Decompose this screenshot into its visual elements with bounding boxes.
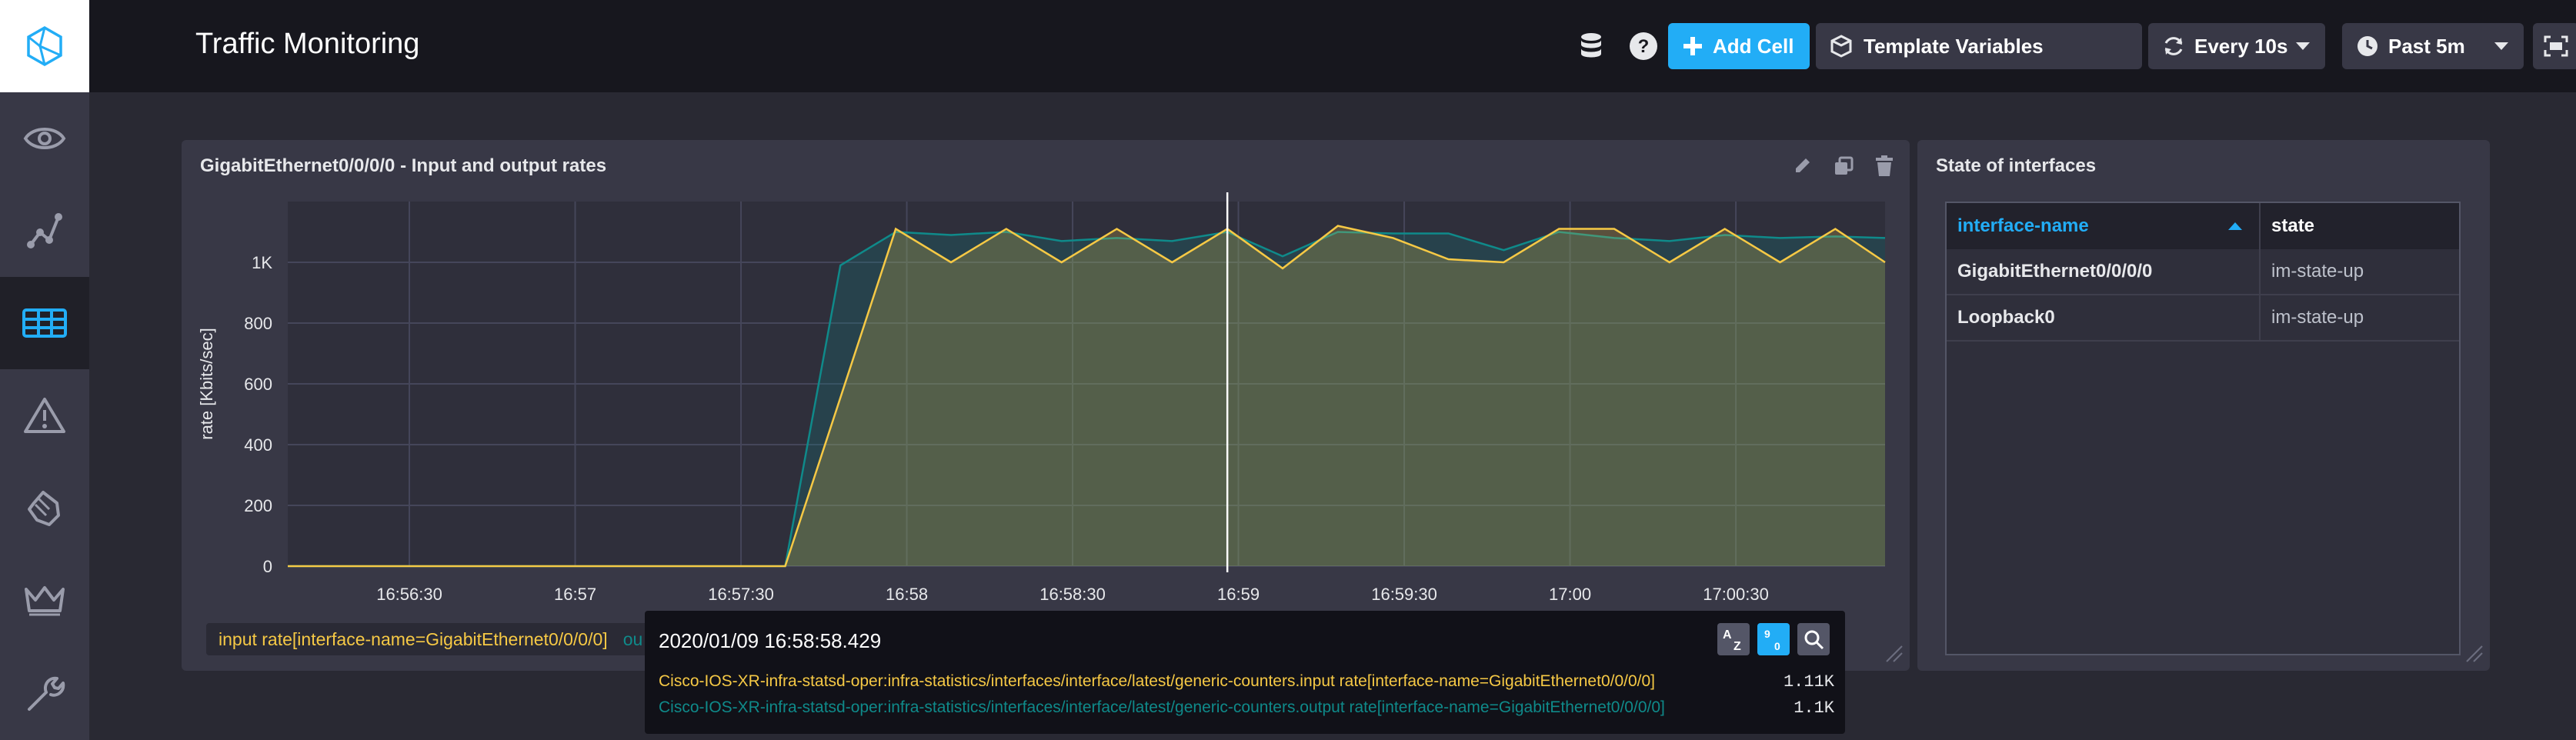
sort-alpha-button[interactable]: A Z [1717,623,1750,655]
interfaces-table: interface-name state GigabitEthernet0/0/… [1945,202,2461,655]
eye-icon [23,128,66,149]
graph-nodes-icon [27,213,62,248]
y-tick-label: 0 [263,557,272,576]
caret-down-icon [2494,42,2508,50]
svg-text:?: ? [1638,36,1650,57]
sort-ascending-icon [2228,222,2242,230]
caret-down-icon [2296,42,2310,50]
plus-icon [1683,37,1702,55]
y-tick-label: 200 [244,496,272,515]
y-tick-label: 1K [252,253,272,272]
sidebar-item-host-list[interactable] [0,185,89,277]
clock-icon [2357,36,2377,56]
y-axis-label: rate [Kbits/sec] [197,328,216,440]
hand-icon [28,491,60,526]
y-tick-label: 800 [244,314,272,333]
legend-item-output-rate[interactable]: ou [623,629,643,650]
tooltip-row-output: Cisco-IOS-XR-infra-statsd-oper:infra-sta… [659,698,1845,718]
help-button[interactable]: ? [1627,29,1660,63]
x-tick-label: 16:59:30 [1371,585,1437,604]
table-cell-interface: GigabitEthernet0/0/0/0 [1947,249,2261,295]
page-title[interactable]: Traffic Monitoring [195,28,419,61]
svg-text:0: 0 [1774,640,1780,652]
svg-text:Z: Z [1733,640,1741,652]
graph-legend: input rate[interface-name=GigabitEtherne… [206,623,656,655]
x-tick-label: 17:00:30 [1703,585,1769,604]
hover-tooltip: 2020/01/09 16:58:58.429 A Z 9 0 Cisco-IO… [645,611,1845,734]
page-header: Traffic Monitoring ? Add Cell Template V… [89,0,2576,92]
wrench-icon [28,676,65,711]
time-range-dropdown[interactable]: Past 5m [2342,23,2524,69]
cube-icon [1830,35,1852,58]
column-header-interface-name[interactable]: interface-name [1947,203,2261,249]
search-icon [1804,630,1824,650]
x-tick-label: 17:00 [1549,585,1591,604]
column-header-label: state [2271,215,2315,236]
time-range-label: Past 5m [2388,34,2465,58]
tooltip-row-input: Cisco-IOS-XR-infra-statsd-oper:infra-sta… [659,672,1845,692]
resize-handle-icon[interactable] [2464,643,2484,663]
resize-handle-icon[interactable] [1884,643,1904,663]
presentation-mode-button[interactable] [2533,23,2576,69]
database-icon [1581,33,1601,58]
x-tick-label: 16:57 [554,585,596,604]
tooltip-row-value: 1.11K [1783,672,1834,692]
expand-icon [2544,35,2568,57]
y-tick-label: 600 [244,375,272,394]
refresh-icon [2164,37,2183,55]
table-cell-title: State of interfaces [1936,155,2097,176]
tooltip-row-value: 1.1K [1794,698,1834,718]
crown-icon [25,586,65,616]
x-tick-label: 16:56:30 [376,585,442,604]
database-button[interactable] [1574,29,1608,63]
autorefresh-dropdown[interactable]: Every 10s [2148,23,2325,69]
sidebar-item-dashboards[interactable] [0,277,89,369]
column-header-state[interactable]: state [2261,203,2459,249]
alert-triangle-icon [24,398,65,433]
sort-numeric-icon: 9 0 [1764,628,1780,652]
help-icon: ? [1630,32,1657,60]
app-logo[interactable] [0,0,89,92]
tooltip-row-label: Cisco-IOS-XR-infra-statsd-oper:infra-sta… [659,672,1655,690]
sort-alpha-icon: A Z [1723,628,1741,652]
template-variables-label: Template Variables [1864,34,2044,58]
autorefresh-label: Every 10s [2194,34,2288,58]
table-cell-state: im-state-up [2261,295,2459,342]
sort-numeric-button[interactable]: 9 0 [1757,623,1790,655]
sidebar-item-alerting[interactable] [0,369,89,462]
tooltip-timestamp: 2020/01/09 16:58:58.429 [659,629,882,652]
x-tick-label: 16:59 [1217,585,1260,604]
x-tick-label: 16:58 [886,585,928,604]
tooltip-search-button[interactable] [1797,623,1830,655]
graph-cell[interactable]: GigabitEthernet0/0/0/0 - Input and outpu… [182,140,1910,671]
tooltip-row-label: Cisco-IOS-XR-infra-statsd-oper:infra-sta… [659,698,1665,716]
sidebar-item-configuration[interactable] [0,646,89,738]
sidebar-item-users[interactable] [0,554,89,646]
line-chart[interactable]: 0 200 400 600 800 1K 16:56:30 16:57 16:57:30 16:5… [182,140,1910,671]
svg-text:A: A [1723,628,1732,642]
x-tick-label: 16:58:30 [1039,585,1106,604]
y-tick-label: 400 [244,435,272,455]
add-cell-button[interactable]: Add Cell [1668,23,1810,69]
column-header-label: interface-name [1957,215,2089,236]
dashboards-grid-icon [22,308,67,338]
add-cell-label: Add Cell [1713,34,1794,58]
svg-text:9: 9 [1764,628,1770,640]
logo-icon [27,25,62,67]
table-cell-interface: Loopback0 [1947,295,2261,342]
template-variables-button[interactable]: Template Variables [1816,23,2142,69]
table-cell-state: im-state-up [2261,249,2459,295]
sidebar-item-data-explorer[interactable] [0,92,89,185]
sidebar [0,0,89,740]
sidebar-item-admin[interactable] [0,462,89,554]
legend-item-input-rate[interactable]: input rate[interface-name=GigabitEtherne… [219,629,608,650]
x-tick-label: 16:57:30 [708,585,774,604]
